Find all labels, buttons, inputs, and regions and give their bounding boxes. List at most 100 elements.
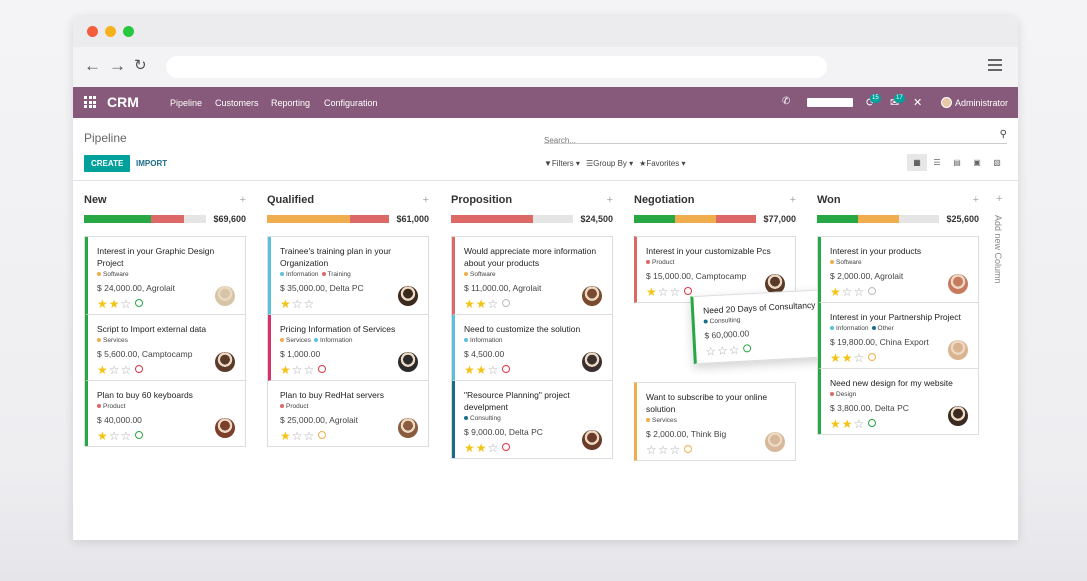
priority-star-icon[interactable]: ★ [830,351,841,365]
progress-segment[interactable] [151,215,185,223]
hamburger-menu-icon[interactable] [988,59,1002,74]
priority-star-icon[interactable]: ★ [97,429,108,443]
priority-star-icon[interactable]: ☆ [646,443,657,457]
priority-star-icon[interactable]: ★ [646,285,657,299]
progress-segment[interactable] [84,215,152,223]
priority-star-icon[interactable]: ★ [476,363,487,377]
phone-icon[interactable]: ✆ [782,96,790,107]
priority-star-icon[interactable]: ☆ [292,363,303,377]
priority-star-icon[interactable]: ☆ [121,429,132,443]
activity-clock-icon[interactable] [135,431,144,439]
import-button[interactable]: IMPORT [136,159,167,168]
add-column-plus-icon[interactable]: + [996,193,1002,205]
priority-star-icon[interactable]: ☆ [670,443,681,457]
priority-star-icon[interactable]: ★ [97,297,108,311]
priority-star-icon[interactable]: ☆ [658,285,669,299]
maximize-window-button[interactable] [123,26,134,37]
opportunity-card[interactable]: Interest in your Graphic Design Project S… [85,237,245,315]
priority-star-icon[interactable]: ☆ [109,429,120,443]
priority-star-icon[interactable]: ☆ [717,343,728,358]
create-button[interactable]: CREATE [84,155,131,172]
priority-star-icon[interactable]: ☆ [304,297,315,311]
apps-grid-icon[interactable] [84,96,96,108]
opportunity-card[interactable]: "Resource Planning" project develpment Co… [452,381,612,458]
opportunity-card[interactable]: Would appreciate more information about … [452,237,612,315]
minimize-window-button[interactable] [105,26,116,37]
search-input[interactable] [544,136,984,145]
priority-star-icon[interactable]: ★ [476,441,487,455]
activity-clock-icon[interactable] [868,287,877,295]
priority-star-icon[interactable]: ★ [280,297,291,311]
search-icon[interactable]: ⚲ [1000,129,1007,140]
menu-customers[interactable]: Customers [215,98,259,108]
progress-bar[interactable] [451,215,573,223]
url-bar[interactable] [166,56,827,78]
opportunity-card[interactable]: Plan to buy RedHat servers Product $ 25,00… [268,381,428,446]
quick-create-plus-icon[interactable]: + [607,194,613,206]
activity-clock-icon[interactable] [684,445,693,453]
priority-star-icon[interactable]: ★ [280,363,291,377]
group-by-dropdown[interactable]: ☰Group By ▾ [586,159,633,168]
priority-star-icon[interactable]: ★ [830,285,841,299]
progress-bar[interactable] [84,215,206,223]
priority-star-icon[interactable]: ★ [830,417,841,431]
progress-segment[interactable] [715,215,756,223]
activity-clock-icon[interactable] [135,365,144,373]
activity-clock-icon[interactable] [502,365,511,373]
priority-star-icon[interactable]: ☆ [292,429,303,443]
progress-segment[interactable] [817,215,859,223]
priority-star-icon[interactable]: ☆ [705,344,716,359]
progress-segment[interactable] [451,215,533,223]
priority-star-icon[interactable]: ★ [464,441,475,455]
add-column-label[interactable]: Add new Column [993,215,1003,284]
list-view-icon[interactable]: ☰ [927,154,947,171]
priority-star-icon[interactable]: ☆ [292,297,303,311]
priority-star-icon[interactable]: ★ [109,297,120,311]
priority-star-icon[interactable]: ★ [842,351,853,365]
forward-arrow-icon[interactable]: → [109,56,126,76]
priority-star-icon[interactable]: ★ [280,429,291,443]
filters-dropdown[interactable]: ▼Filters ▾ [544,159,580,168]
progress-segment[interactable] [267,215,350,223]
priority-star-icon[interactable]: ☆ [854,351,865,365]
quick-create-plus-icon[interactable]: + [973,194,979,206]
progress-segment[interactable] [634,215,676,223]
progress-bar[interactable] [817,215,939,223]
debug-tools-icon[interactable]: ✕ [913,96,922,109]
activity-clock-icon[interactable] [135,299,144,307]
priority-star-icon[interactable]: ★ [464,297,475,311]
priority-star-icon[interactable]: ☆ [488,297,499,311]
opportunity-card[interactable]: Trainee's training plan in your Organiza… [268,237,428,315]
pivot-view-icon[interactable]: ▧ [987,154,1007,171]
priority-star-icon[interactable]: ☆ [304,363,315,377]
kanban-view-icon[interactable]: ▦ [907,154,927,171]
priority-star-icon[interactable]: ★ [464,363,475,377]
activity-clock-icon[interactable] [743,344,752,353]
back-arrow-icon[interactable]: ← [84,56,101,76]
activity-clock-icon[interactable] [502,443,511,451]
priority-star-icon[interactable]: ☆ [670,285,681,299]
menu-reporting[interactable]: Reporting [271,98,310,108]
progress-segment[interactable] [675,215,716,223]
graph-view-icon[interactable]: ▤ [947,154,967,171]
quick-create-plus-icon[interactable]: + [790,194,796,206]
opportunity-card[interactable]: Script to Import external data Services $ … [85,315,245,381]
quick-create-plus-icon[interactable]: + [240,194,246,206]
priority-star-icon[interactable]: ☆ [728,343,739,358]
progress-bar[interactable] [267,215,389,223]
opportunity-card[interactable]: Plan to buy 60 keyboards Product $ 40,000.… [85,381,245,446]
priority-star-icon[interactable]: ☆ [658,443,669,457]
priority-star-icon[interactable]: ☆ [121,297,132,311]
favorites-dropdown[interactable]: ★Favorites ▾ [639,159,685,168]
menu-configuration[interactable]: Configuration [324,98,378,108]
priority-star-icon[interactable]: ☆ [842,285,853,299]
priority-star-icon[interactable]: ☆ [854,417,865,431]
opportunity-card[interactable]: Want to subscribe to your online solutio… [634,382,796,461]
priority-star-icon[interactable]: ★ [97,363,108,377]
activity-clock-icon[interactable] [868,419,877,427]
priority-star-icon[interactable]: ☆ [121,363,132,377]
quick-create-plus-icon[interactable]: + [423,194,429,206]
priority-star-icon[interactable]: ★ [842,417,853,431]
priority-star-icon[interactable]: ☆ [488,441,499,455]
progress-bar[interactable] [634,215,756,223]
